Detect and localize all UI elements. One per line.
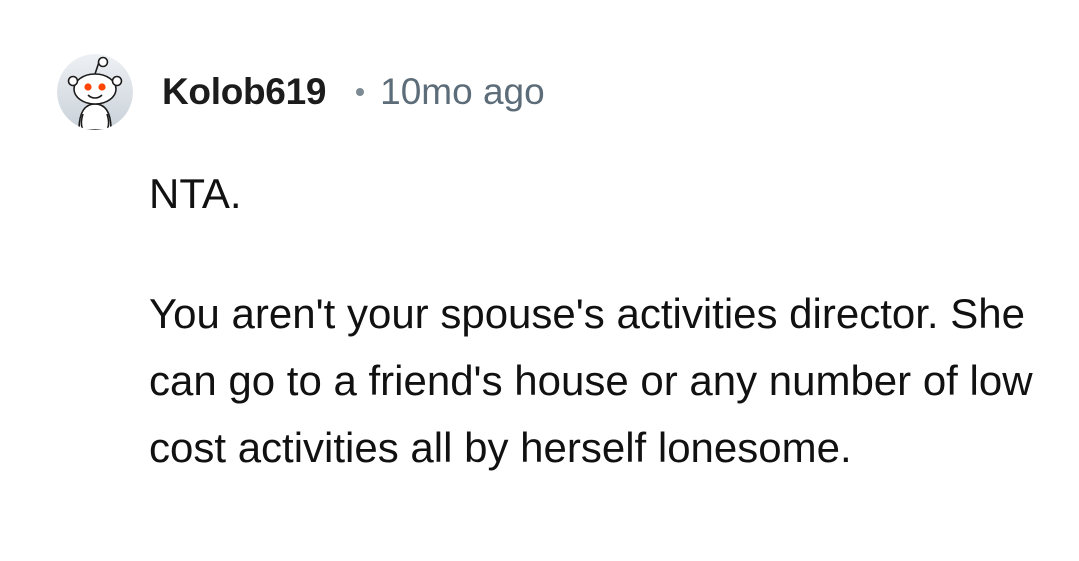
comment-header: Kolob619 10mo ago: [57, 52, 545, 132]
comment: Kolob619 10mo ago NTA. You aren't your s…: [0, 0, 1079, 561]
avatar[interactable]: [57, 54, 133, 130]
comment-paragraph: NTA.: [149, 170, 242, 217]
reddit-snoo-avatar-icon: [57, 54, 133, 130]
separator-dot: [356, 88, 365, 96]
comment-paragraph: You aren't your spouse's activities dire…: [149, 290, 1033, 471]
comment-body: NTA. You aren't your spouse's activities…: [149, 160, 1049, 481]
username-link[interactable]: Kolob619: [162, 71, 326, 113]
timestamp: 10mo ago: [380, 71, 545, 112]
